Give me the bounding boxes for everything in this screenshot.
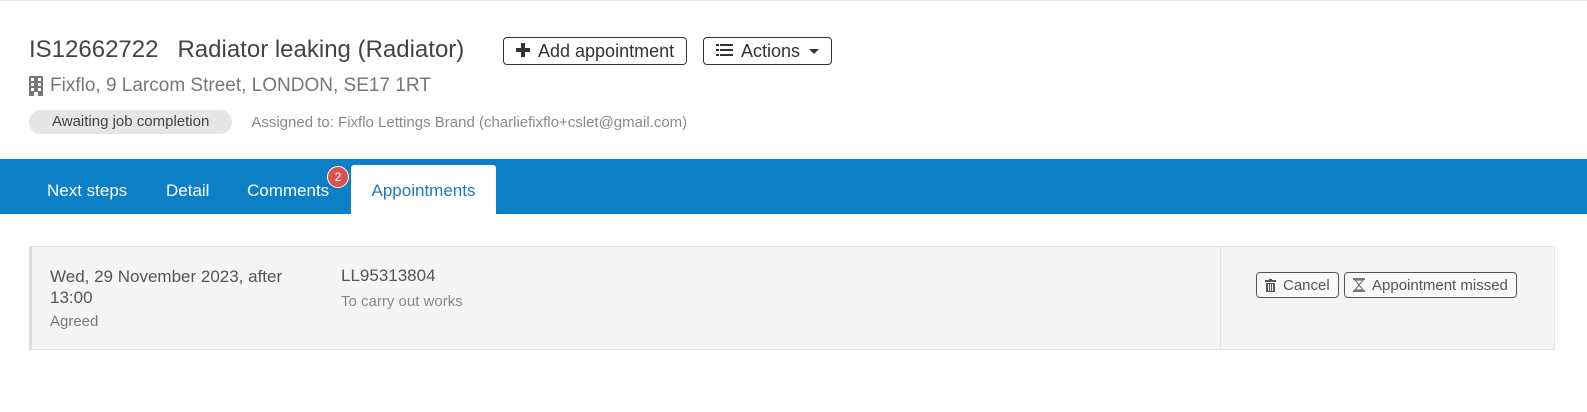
appointment-purpose: To carry out works bbox=[341, 293, 463, 310]
top-divider bbox=[0, 0, 1587, 1]
contractor-reference: LL95313804 bbox=[341, 266, 436, 285]
tab-appointments[interactable]: Appointments bbox=[351, 165, 496, 214]
job-title: Radiator leaking (Radiator) bbox=[177, 36, 465, 63]
property-address: Fixflo, 9 Larcom Street, LONDON, SE17 1R… bbox=[29, 73, 431, 99]
actions-divider bbox=[1220, 247, 1221, 349]
address-text: Fixflo, 9 Larcom Street, LONDON, SE17 1R… bbox=[50, 75, 431, 96]
appointment-missed-label: Appointment missed bbox=[1372, 276, 1508, 294]
job-reference: IS12662722 bbox=[29, 36, 159, 63]
cancel-label: Cancel bbox=[1283, 276, 1330, 294]
tab-detail[interactable]: Detail bbox=[166, 159, 209, 214]
comments-count-badge: 2 bbox=[327, 166, 349, 188]
actions-dropdown-button[interactable]: Actions bbox=[703, 37, 833, 65]
assigned-to-text: Assigned to: Fixflo Lettings Brand (char… bbox=[251, 113, 688, 131]
tab-next-steps[interactable]: Next steps bbox=[47, 159, 127, 214]
status-badge: Awaiting job completion bbox=[29, 110, 233, 134]
tab-comments[interactable]: Comments bbox=[247, 159, 329, 214]
hourglass-icon bbox=[1353, 278, 1365, 292]
plus-icon bbox=[516, 41, 530, 62]
appointment-date: Wed, 29 November 2023, after 13:00 bbox=[50, 267, 283, 307]
tab-bar: Next steps Detail Comments Appointments bbox=[0, 159, 1587, 214]
chevron-down-icon bbox=[809, 48, 820, 54]
add-appointment-label: Add appointment bbox=[538, 40, 675, 61]
trash-icon bbox=[1265, 278, 1276, 292]
title-row: IS12662722 Radiator leaking (Radiator) bbox=[29, 30, 464, 70]
appointment-status: Agreed bbox=[50, 313, 99, 330]
list-icon bbox=[716, 41, 733, 62]
add-appointment-button[interactable]: Add appointment bbox=[503, 37, 688, 65]
status-row: Awaiting job completion Assigned to: Fix… bbox=[29, 110, 687, 134]
actions-label: Actions bbox=[741, 40, 801, 61]
cancel-appointment-button[interactable]: Cancel bbox=[1256, 272, 1339, 298]
building-icon bbox=[29, 76, 43, 96]
appointment-row: Wed, 29 November 2023, after 13:00 Agree… bbox=[29, 246, 1555, 350]
appointment-missed-button[interactable]: Appointment missed bbox=[1344, 272, 1517, 298]
